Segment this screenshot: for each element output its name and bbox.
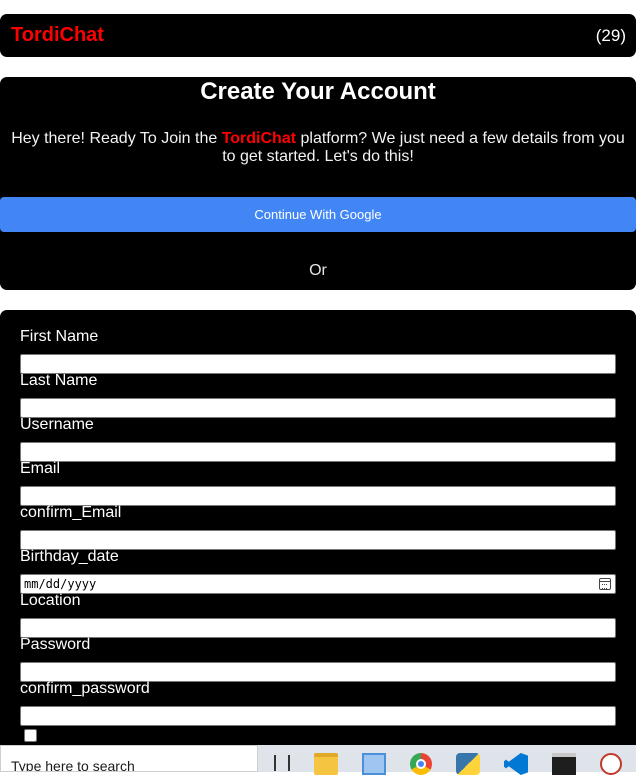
confirm-password-label: confirm_password [20,680,150,697]
terms-checkbox[interactable] [24,729,37,742]
last-name-input[interactable] [20,398,616,418]
email-input[interactable] [20,486,616,506]
username-label: Username [20,416,94,433]
app-header: TordiChat (29) [0,14,636,57]
continue-with-google-button[interactable]: Continue With Google [0,197,636,232]
confirm-password-input[interactable] [20,706,616,726]
taskbar-search-input[interactable]: Type here to search [0,745,258,772]
last-name-label: Last Name [20,372,98,389]
page-title: Create Your Account [200,78,436,105]
confirm-email-label: confirm_Email [20,504,122,521]
first-name-label: First Name [20,328,99,345]
birthday-date-input[interactable]: mm/dd/yyyy [20,574,616,594]
location-label: Location [20,592,81,609]
notification-count: (29) [595,25,626,45]
windows-taskbar: Type here to search [0,745,636,775]
confirm-email-input[interactable] [20,530,616,550]
intro-brand-highlight: TordiChat [221,130,297,147]
password-label: Password [20,636,91,653]
birthday-label: Birthday_date [20,548,119,565]
signup-form: First Name Last Name Username Email conf… [0,310,636,772]
intro-text-before: Hey there! Ready To Join the [11,130,222,147]
intro-text: Hey there! Ready To Join the TordiChat p… [0,130,636,166]
password-input[interactable] [20,662,616,682]
calendar-icon[interactable] [599,578,611,590]
username-input[interactable] [20,442,616,462]
task-view-icon[interactable] [274,755,290,771]
birthday-placeholder: mm/dd/yyyy [24,577,97,591]
brand-logo[interactable]: TordiChat [11,24,104,47]
intro-card: Create Your Account Hey there! Ready To … [0,77,636,290]
location-input[interactable] [20,618,616,638]
first-name-input[interactable] [20,354,616,374]
or-divider: Or [309,262,327,279]
email-label: Email [20,460,61,477]
